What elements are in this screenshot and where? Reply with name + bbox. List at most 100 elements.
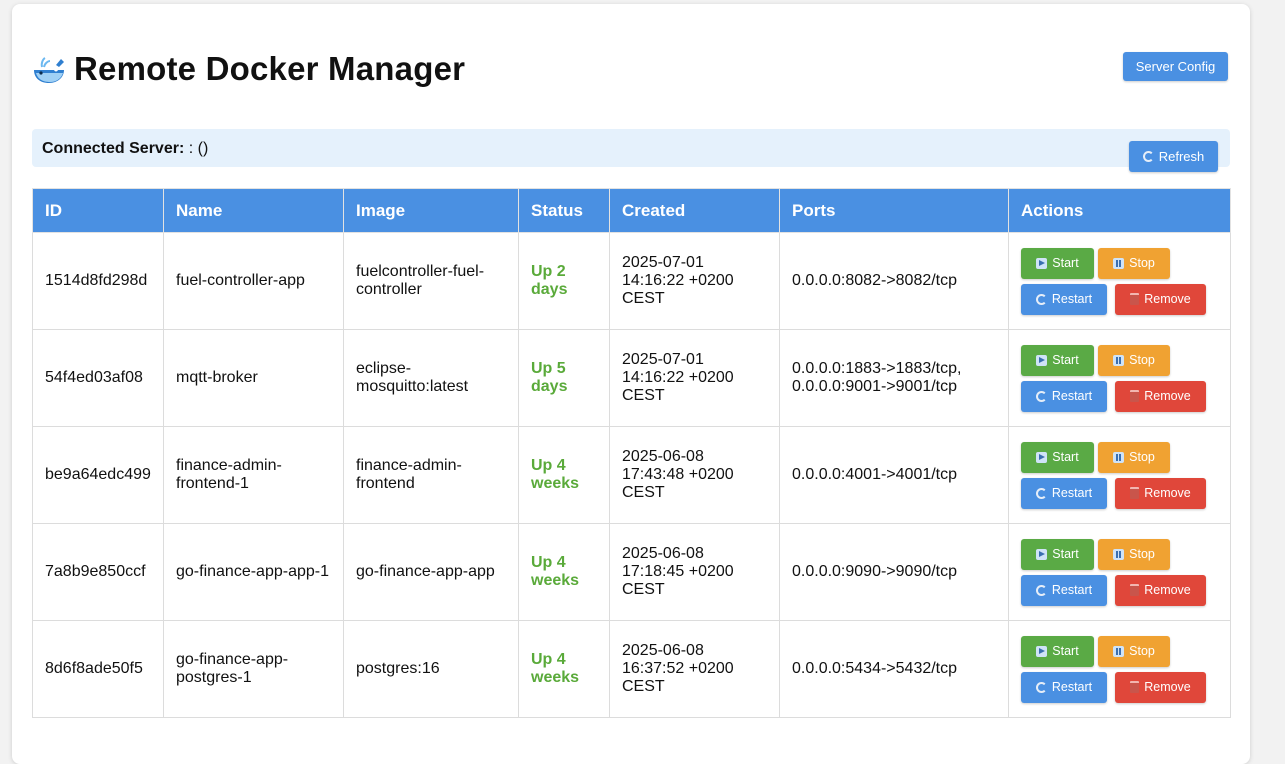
table-row: 7a8b9e850ccf go-finance-app-app-1 go-finan… bbox=[32, 523, 1231, 621]
remove-button[interactable]: Remove bbox=[1115, 477, 1206, 509]
remove-button[interactable]: Remove bbox=[1115, 574, 1206, 606]
refresh-label: Refresh bbox=[1158, 149, 1205, 164]
stop-button[interactable]: Stop bbox=[1098, 441, 1170, 473]
refresh-icon bbox=[1035, 681, 1047, 693]
col-header-image: Image bbox=[343, 188, 519, 233]
connected-server-value: : () bbox=[188, 140, 209, 157]
play-icon bbox=[1036, 548, 1048, 560]
main-card: Remote Docker Manager Server Config Conn… bbox=[12, 4, 1250, 764]
cell-actions: Start Stop Restart Remove bbox=[1008, 523, 1231, 621]
remove-button[interactable]: Remove bbox=[1115, 380, 1206, 412]
restart-button[interactable]: Restart bbox=[1021, 671, 1107, 703]
cell-name: fuel-controller-app bbox=[163, 232, 344, 330]
restart-button[interactable]: Restart bbox=[1021, 477, 1107, 509]
play-icon bbox=[1036, 645, 1048, 657]
cell-id: 8d6f8ade50f5 bbox=[32, 620, 164, 718]
cell-id: be9a64edc499 bbox=[32, 426, 164, 524]
action-buttons: Start Stop Restart Remove bbox=[1021, 635, 1218, 703]
cell-created: 2025-06-08 17:43:48 +0200 CEST bbox=[609, 426, 780, 524]
stop-button[interactable]: Stop bbox=[1098, 538, 1170, 570]
stop-label: Stop bbox=[1129, 353, 1155, 367]
table-header-row: ID Name Image Status Created Ports Actio… bbox=[32, 188, 1231, 233]
stop-label: Stop bbox=[1129, 256, 1155, 270]
cell-actions: Start Stop Restart Remove bbox=[1008, 329, 1231, 427]
table-row: be9a64edc499 finance-admin-frontend-1 fina… bbox=[32, 426, 1231, 524]
trash-icon bbox=[1130, 681, 1140, 693]
cell-image: eclipse-mosquitto:latest bbox=[343, 329, 519, 427]
title-row: Remote Docker Manager bbox=[32, 46, 465, 92]
cell-created: 2025-06-08 16:37:52 +0200 CEST bbox=[609, 620, 780, 718]
restart-button[interactable]: Restart bbox=[1021, 380, 1107, 412]
cell-created: 2025-07-01 14:16:22 +0200 CEST bbox=[609, 232, 780, 330]
restart-label: Restart bbox=[1051, 486, 1093, 500]
refresh-button[interactable]: Refresh bbox=[1129, 141, 1218, 172]
remove-label: Remove bbox=[1144, 389, 1191, 403]
col-header-name: Name bbox=[163, 188, 344, 233]
remove-label: Remove bbox=[1144, 486, 1191, 500]
col-header-ports: Ports bbox=[779, 188, 1009, 233]
start-button[interactable]: Start bbox=[1021, 441, 1094, 473]
refresh-icon bbox=[1035, 487, 1047, 499]
pause-icon bbox=[1113, 451, 1125, 463]
remove-label: Remove bbox=[1144, 583, 1191, 597]
restart-label: Restart bbox=[1051, 292, 1093, 306]
cell-status: Up 4 weeks bbox=[518, 426, 610, 524]
start-button[interactable]: Start bbox=[1021, 247, 1094, 279]
cell-actions: Start Stop Restart Remove bbox=[1008, 426, 1231, 524]
play-icon bbox=[1036, 451, 1048, 463]
connected-server-label: Connected Server: bbox=[42, 140, 185, 157]
start-label: Start bbox=[1052, 644, 1079, 658]
connected-server-text: Connected Server: : () bbox=[42, 140, 208, 158]
col-header-id: ID bbox=[32, 188, 164, 233]
start-label: Start bbox=[1052, 547, 1079, 561]
stop-button[interactable]: Stop bbox=[1098, 344, 1170, 376]
cell-created: 2025-06-08 17:18:45 +0200 CEST bbox=[609, 523, 780, 621]
action-buttons: Start Stop Restart Remove bbox=[1021, 538, 1218, 606]
col-header-actions: Actions bbox=[1008, 188, 1231, 233]
stop-label: Stop bbox=[1129, 644, 1155, 658]
cell-name: go-finance-app-app-1 bbox=[163, 523, 344, 621]
restart-button[interactable]: Restart bbox=[1021, 283, 1107, 315]
start-button[interactable]: Start bbox=[1021, 635, 1094, 667]
start-button[interactable]: Start bbox=[1021, 344, 1094, 376]
cell-ports: 0.0.0.0:9090->9090/tcp bbox=[779, 523, 1009, 621]
cell-actions: Start Stop Restart Remove bbox=[1008, 620, 1231, 718]
start-label: Start bbox=[1052, 256, 1079, 270]
col-header-created: Created bbox=[609, 188, 780, 233]
pause-icon bbox=[1113, 548, 1125, 560]
cell-status: Up 4 weeks bbox=[518, 620, 610, 718]
cell-status: Up 5 days bbox=[518, 329, 610, 427]
cell-ports: 0.0.0.0:1883->1883/tcp, 0.0.0.0:9001->90… bbox=[779, 329, 1009, 427]
action-buttons: Start Stop Restart Remove bbox=[1021, 247, 1218, 315]
refresh-icon bbox=[1035, 584, 1047, 596]
whale-icon bbox=[34, 57, 64, 83]
stop-button[interactable]: Stop bbox=[1098, 635, 1170, 667]
pause-icon bbox=[1113, 354, 1125, 366]
trash-icon bbox=[1130, 390, 1140, 402]
trash-icon bbox=[1130, 487, 1140, 499]
cell-id: 7a8b9e850ccf bbox=[32, 523, 164, 621]
server-info-bar: Connected Server: : () bbox=[32, 129, 1230, 167]
action-buttons: Start Stop Restart Remove bbox=[1021, 441, 1218, 509]
start-label: Start bbox=[1052, 450, 1079, 464]
stop-button[interactable]: Stop bbox=[1098, 247, 1170, 279]
cell-image: postgres:16 bbox=[343, 620, 519, 718]
cell-created: 2025-07-01 14:16:22 +0200 CEST bbox=[609, 329, 780, 427]
containers-table: ID Name Image Status Created Ports Actio… bbox=[32, 188, 1231, 718]
page-title: Remote Docker Manager bbox=[74, 50, 466, 87]
cell-ports: 0.0.0.0:5434->5432/tcp bbox=[779, 620, 1009, 718]
server-config-button[interactable]: Server Config bbox=[1123, 52, 1228, 81]
restart-button[interactable]: Restart bbox=[1021, 574, 1107, 606]
cell-ports: 0.0.0.0:8082->8082/tcp bbox=[779, 232, 1009, 330]
restart-label: Restart bbox=[1051, 389, 1093, 403]
remove-button[interactable]: Remove bbox=[1115, 283, 1206, 315]
refresh-icon bbox=[1035, 390, 1047, 402]
start-button[interactable]: Start bbox=[1021, 538, 1094, 570]
trash-icon bbox=[1130, 293, 1140, 305]
remove-button[interactable]: Remove bbox=[1115, 671, 1206, 703]
pause-icon bbox=[1113, 645, 1125, 657]
table-row: 54f4ed03af08 mqtt-broker eclipse-mosquitto… bbox=[32, 329, 1231, 427]
refresh-icon bbox=[1035, 293, 1047, 305]
col-header-status: Status bbox=[518, 188, 610, 233]
remove-label: Remove bbox=[1144, 680, 1191, 694]
